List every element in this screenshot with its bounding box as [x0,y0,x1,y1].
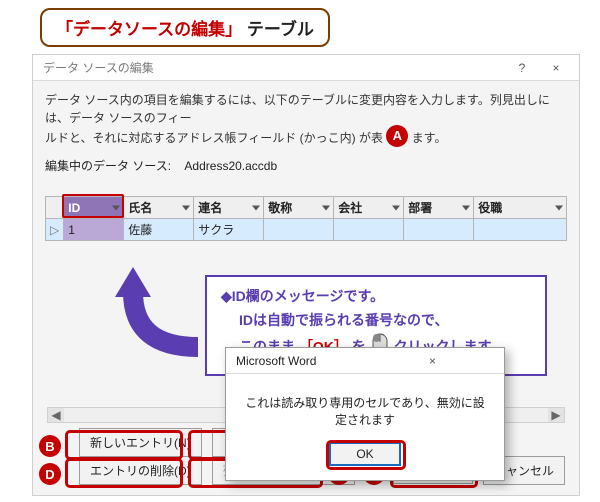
badge-b: B [39,435,61,457]
badge-d: D [39,463,61,485]
messagebox-body: これは読み取り専用のセルであり、無効に設定されます [226,374,504,438]
dialog-body: データ ソース内の項目を編集するには、以下のテーブルに変更内容を入力します。列見… [33,81,579,495]
col-company[interactable]: 会社 [334,197,404,219]
cell-company[interactable] [334,219,404,241]
messagebox-ok-button[interactable]: OK [329,442,401,466]
datasource-table-wrap: ID 氏名 連名 敬称 会社 部署 役職 ▷ 1 佐藤 サクラ [45,196,567,241]
col-lastname[interactable]: 氏名 [124,197,194,219]
cell-dept[interactable] [404,219,474,241]
col-id[interactable]: ID [64,197,124,219]
scroll-left-icon[interactable]: ◀ [48,408,64,422]
dropdown-icon[interactable] [112,205,120,210]
badge-a: A [386,125,408,147]
dropdown-icon[interactable] [392,205,400,210]
table-row[interactable]: ▷ 1 佐藤 サクラ [46,219,567,241]
dropdown-icon[interactable] [182,205,190,210]
messagebox-titlebar[interactable]: Microsoft Word × [226,348,504,374]
datasource-table[interactable]: ID 氏名 連名 敬称 会社 部署 役職 ▷ 1 佐藤 サクラ [45,196,567,241]
table-header-row: ID 氏名 連名 敬称 会社 部署 役職 [46,197,567,219]
datasource-label: 編集中のデータ ソース: [45,159,171,173]
cell-role[interactable] [474,219,567,241]
col-rowhandle [46,197,64,219]
dropdown-icon[interactable] [462,205,470,210]
dropdown-icon[interactable] [252,205,260,210]
new-entry-button[interactable]: 新しいエントリ(N) [79,428,202,457]
col-role[interactable]: 役職 [474,197,567,219]
cell-lastname[interactable]: 佐藤 [124,219,194,241]
dialog-description: データ ソース内の項目を編集するには、以下のテーブルに変更内容を入力します。列見… [45,91,567,149]
delete-entry-button[interactable]: エントリの削除(D) [79,456,202,485]
figure-caption: 「データソースの編集」 テーブル [40,8,330,47]
dialog-title: データ ソースの編集 [43,59,505,76]
annotation-arrow [103,267,213,357]
caption-quoted: 「データソースの編集」 [56,20,242,39]
edit-datasource-dialog: データ ソースの編集 ? × データ ソース内の項目を編集するには、以下のテーブ… [32,54,580,496]
caption-tail: テーブル [247,20,314,39]
dialog-titlebar[interactable]: データ ソースの編集 ? × [33,55,579,81]
close-button[interactable]: × [539,57,573,79]
col-title[interactable]: 敬称 [264,197,334,219]
scroll-right-icon[interactable]: ▶ [548,408,564,422]
datasource-value: Address20.accdb [184,159,277,173]
messagebox-close-button[interactable]: × [367,350,498,372]
cell-firstname[interactable]: サクラ [194,219,264,241]
datasource-line: 編集中のデータ ソース: Address20.accdb [45,157,567,174]
dropdown-icon[interactable] [555,205,563,210]
col-firstname[interactable]: 連名 [194,197,264,219]
messagebox-title: Microsoft Word [236,354,367,368]
cell-title[interactable] [264,219,334,241]
help-button[interactable]: ? [505,57,539,79]
dropdown-icon[interactable] [322,205,330,210]
row-selector[interactable]: ▷ [46,219,64,241]
messagebox: Microsoft Word × これは読み取り専用のセルであり、無効に設定され… [225,347,505,481]
col-dept[interactable]: 部署 [404,197,474,219]
cell-id[interactable]: 1 [64,219,124,241]
